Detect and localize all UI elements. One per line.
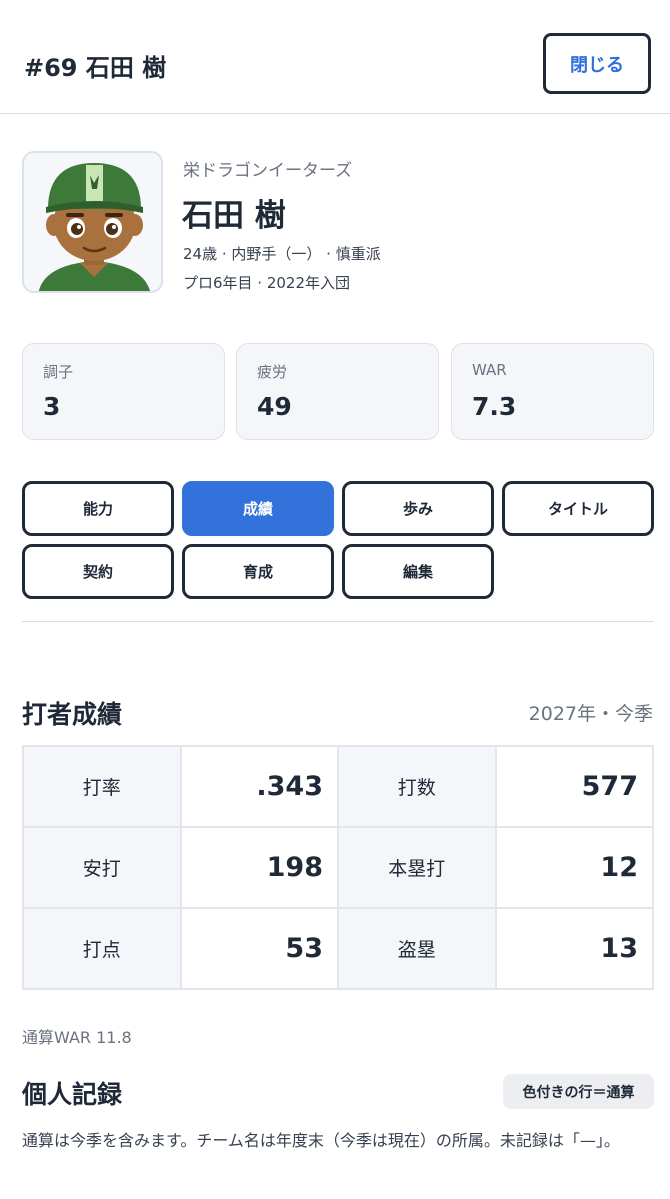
tab-edit[interactable]: 編集 <box>342 544 494 599</box>
records-note: 通算は今季を含みます。チーム名は年度末（今季は現在）の所属。未記録は「—」。 <box>22 1131 620 1150</box>
war-card: WAR 7.3 <box>451 343 654 440</box>
war-label: WAR <box>472 361 507 379</box>
fatigue-value: 49 <box>257 392 292 421</box>
player-name: 石田 樹 <box>182 198 286 234</box>
condition-card: 調子 3 <box>22 343 225 440</box>
tab-contract[interactable]: 契約 <box>22 544 174 599</box>
condition-label: 調子 <box>43 363 74 381</box>
stat-label: 本塁打 <box>337 826 497 909</box>
stat-value: 198 <box>179 826 339 909</box>
tab-ability[interactable]: 能力 <box>22 481 174 536</box>
war-value: 7.3 <box>472 392 517 421</box>
fatigue-card: 疲労 49 <box>236 343 439 440</box>
batting-stats-table: 打率 .343 打数 577 安打 198 本塁打 12 打点 53 盗塁 13 <box>22 745 654 990</box>
condition-value: 3 <box>43 392 61 421</box>
season-label: 2027年・今季 <box>528 703 653 725</box>
batting-stats-title: 打者成績 <box>22 700 123 729</box>
player-meta: 24歳 · 内野手（一） · 慎重派 <box>183 245 381 263</box>
stat-value: 53 <box>179 907 339 990</box>
player-avatar <box>22 151 163 293</box>
page-title: #69 石田 樹 <box>24 54 167 82</box>
stat-label: 盗塁 <box>337 907 497 990</box>
stat-label: 打数 <box>337 745 497 828</box>
table-row: 安打 198 本塁打 12 <box>22 826 654 909</box>
stat-value: 13 <box>494 907 654 990</box>
section-divider <box>22 621 654 622</box>
player-career: プロ6年目 · 2022年入団 <box>183 274 351 292</box>
player-portrait-image <box>24 153 161 291</box>
modal-header: #69 石田 樹 閉じる <box>0 0 670 114</box>
stat-label: 打率 <box>22 745 182 828</box>
tab-titles[interactable]: タイトル <box>502 481 654 536</box>
fatigue-label: 疲労 <box>257 363 288 381</box>
team-name: 栄ドラゴンイーターズ <box>183 161 353 181</box>
legend-badge: 色付きの行＝通算 <box>503 1074 654 1109</box>
stat-value: 577 <box>494 745 654 828</box>
table-row: 打点 53 盗塁 13 <box>22 907 654 990</box>
personal-records-title: 個人記録 <box>22 1080 123 1109</box>
stat-value: 12 <box>494 826 654 909</box>
total-war: 通算WAR 11.8 <box>22 1028 132 1047</box>
stat-label: 安打 <box>22 826 182 909</box>
close-button[interactable]: 閉じる <box>543 33 651 94</box>
stat-label: 打点 <box>22 907 182 990</box>
table-row: 打率 .343 打数 577 <box>22 745 654 828</box>
tab-training[interactable]: 育成 <box>182 544 334 599</box>
tab-history[interactable]: 歩み <box>342 481 494 536</box>
tab-stats[interactable]: 成績 <box>182 481 334 536</box>
stat-value: .343 <box>179 745 339 828</box>
